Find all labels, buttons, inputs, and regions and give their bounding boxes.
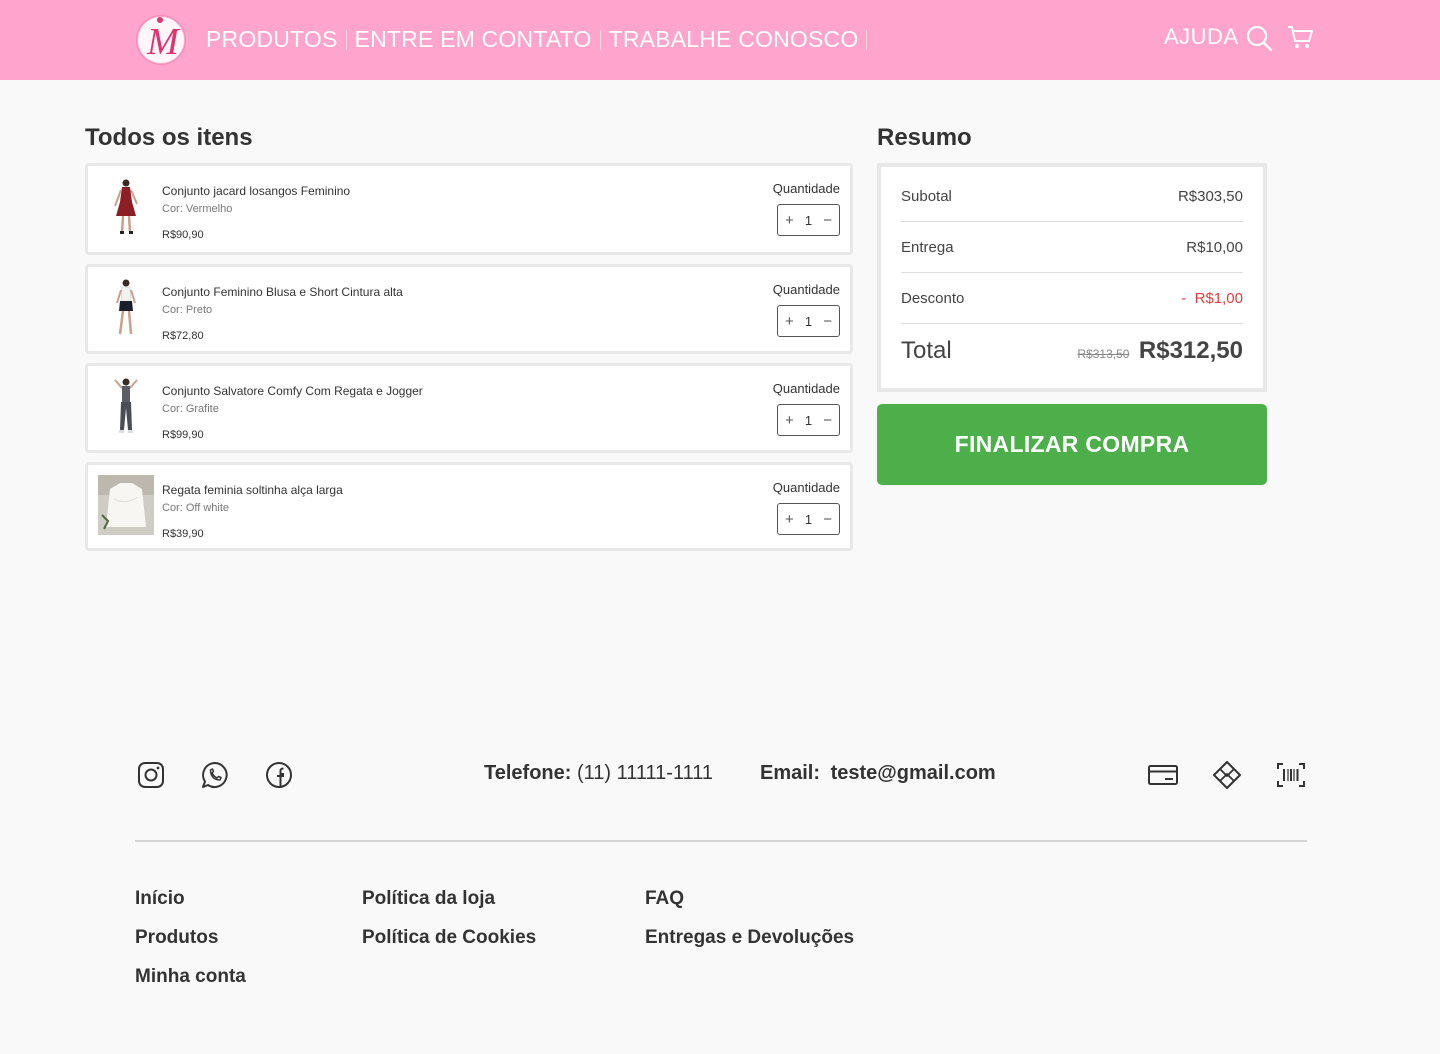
quantity-label: Quantidade — [772, 381, 840, 396]
total-old-price: R$313,50 — [1077, 347, 1130, 361]
product-image[interactable] — [98, 475, 154, 535]
order-summary: Subotal R$303,50 Entrega R$10,00 Descont… — [877, 163, 1267, 392]
delivery-row: Entrega R$10,00 — [901, 222, 1243, 273]
quantity-label: Quantidade — [772, 480, 840, 495]
phone-contact: Telefone: (11) 11111-1111 — [484, 762, 713, 785]
total-label: Total — [901, 337, 952, 364]
instagram-icon[interactable] — [136, 760, 166, 790]
product-name[interactable]: Conjunto jacard losangos Feminino — [162, 184, 350, 198]
product-color: Cor: Grafite — [162, 403, 219, 415]
barcode-icon — [1277, 763, 1305, 787]
top-header: M PRODUTOS ENTRE EM CONTATO TRABALHE CON… — [0, 0, 1440, 80]
product-price: R$72,80 — [162, 330, 204, 342]
summary-title: Resumo — [877, 124, 972, 151]
minus-icon[interactable]: − — [823, 213, 832, 228]
footer-link-politica-loja[interactable]: Política da loja — [362, 888, 495, 910]
phone-value[interactable]: (11) 11111-1111 — [577, 762, 713, 784]
total-value: R$312,50 — [1138, 337, 1243, 364]
footer-link-faq[interactable]: FAQ — [645, 888, 684, 910]
search-icon[interactable] — [1245, 24, 1273, 52]
svg-text:M: M — [146, 21, 181, 63]
product-image[interactable] — [98, 277, 154, 337]
cart-icon[interactable] — [1286, 24, 1314, 50]
credit-card-icon — [1148, 765, 1178, 785]
whatsapp-icon[interactable] — [200, 760, 230, 790]
cart-item: Regata feminia soltinha alça larga Cor: … — [85, 462, 853, 551]
email-label: Email: — [760, 762, 821, 784]
quantity-label: Quantidade — [772, 282, 840, 297]
cart-title: Todos os itens — [85, 124, 253, 151]
subtotal-row: Subotal R$303,50 — [901, 171, 1243, 222]
product-price: R$99,90 — [162, 429, 204, 441]
nav-separator — [866, 29, 868, 50]
plus-icon[interactable]: + — [785, 314, 794, 329]
nav-produtos[interactable]: PRODUTOS — [206, 26, 338, 53]
quantity-value: 1 — [804, 412, 813, 428]
footer-link-inicio[interactable]: Início — [135, 888, 185, 910]
delivery-value: R$10,00 — [1186, 238, 1243, 256]
email-contact: Email: teste@gmail.com — [760, 762, 996, 785]
facebook-icon[interactable] — [264, 760, 294, 790]
product-color: Cor: Off white — [162, 502, 230, 514]
minus-icon[interactable]: − — [823, 512, 832, 527]
nav-separator — [345, 29, 347, 50]
plus-icon[interactable]: + — [785, 413, 794, 428]
product-color: Cor: Vermelho — [162, 203, 233, 215]
product-price: R$39,90 — [162, 528, 204, 540]
subtotal-value: R$303,50 — [1177, 187, 1243, 205]
discount-row: Desconto - R$1,00 — [901, 273, 1243, 324]
checkout-button[interactable]: FINALIZAR COMPRA — [877, 404, 1267, 485]
pix-icon — [1213, 761, 1241, 789]
quantity-label: Quantidade — [772, 181, 840, 196]
cart-item: Conjunto Feminino Blusa e Short Cintura … — [85, 264, 853, 354]
quantity-stepper: + 1 − — [777, 204, 840, 236]
phone-label: Telefone: — [484, 762, 572, 784]
minus-icon[interactable]: − — [823, 314, 832, 329]
brand-logo[interactable]: M — [133, 14, 189, 66]
email-value[interactable]: teste@gmail.com — [831, 762, 996, 784]
plus-icon[interactable]: + — [785, 512, 794, 527]
product-name[interactable]: Conjunto Feminino Blusa e Short Cintura … — [162, 285, 403, 299]
product-price: R$90,90 — [162, 229, 204, 241]
subtotal-label: Subotal — [901, 187, 952, 205]
product-color: Cor: Preto — [162, 304, 213, 316]
footer-link-politica-cookies[interactable]: Política de Cookies — [362, 927, 536, 949]
footer-link-produtos[interactable]: Produtos — [135, 927, 218, 949]
discount-label: Desconto — [901, 289, 965, 307]
quantity-stepper: + 1 − — [777, 503, 840, 535]
quantity-value: 1 — [804, 313, 813, 329]
product-name[interactable]: Regata feminia soltinha alça larga — [162, 483, 343, 497]
cart-item: Conjunto Salvatore Comfy Com Regata e Jo… — [85, 363, 853, 453]
footer-link-entregas-devolucoes[interactable]: Entregas e Devoluções — [645, 927, 854, 949]
quantity-stepper: + 1 − — [777, 404, 840, 436]
nav-trabalhe-conosco[interactable]: TRABALHE CONOSCO — [609, 26, 859, 53]
quantity-value: 1 — [804, 212, 813, 228]
delivery-label: Entrega — [901, 238, 954, 256]
quantity-stepper: + 1 − — [777, 305, 840, 337]
nav-entre-em-contato[interactable]: ENTRE EM CONTATO — [355, 26, 592, 53]
cart-item: Conjunto jacard losangos Feminino Cor: V… — [85, 163, 853, 255]
main-nav: PRODUTOS ENTRE EM CONTATO TRABALHE CONOS… — [206, 26, 875, 53]
product-image[interactable] — [98, 176, 154, 236]
plus-icon[interactable]: + — [785, 213, 794, 228]
footer-divider — [135, 840, 1307, 842]
minus-icon[interactable]: − — [823, 413, 832, 428]
footer-link-minha-conta[interactable]: Minha conta — [135, 966, 246, 988]
discount-value: - R$1,00 — [1181, 289, 1243, 307]
quantity-value: 1 — [804, 511, 813, 527]
help-link[interactable]: AJUDA — [1164, 24, 1239, 50]
product-image[interactable] — [98, 376, 154, 436]
total-row: Total R$313,50 R$312,50 — [901, 337, 1243, 365]
nav-separator — [599, 29, 601, 50]
product-name[interactable]: Conjunto Salvatore Comfy Com Regata e Jo… — [162, 384, 423, 398]
